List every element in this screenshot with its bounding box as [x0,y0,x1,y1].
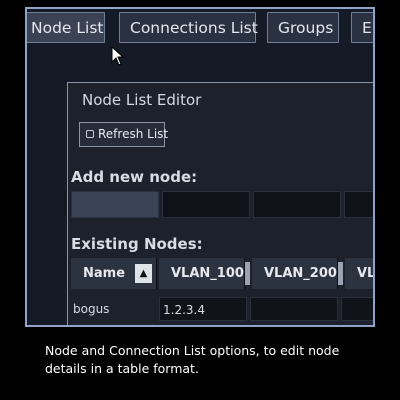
cell-vl[interactable] [341,297,373,321]
column-resize-handle[interactable] [245,262,250,285]
column-header-vlan200[interactable]: VLAN_200 [252,258,338,289]
refresh-icon [86,130,94,138]
cell-vlan100[interactable]: 1.2.3.4 [159,297,247,321]
table-header: Name ▲ VLAN_100 VLAN_200 VL [71,258,375,289]
new-node-vlan100-input[interactable] [162,191,250,218]
new-node-row [71,191,373,218]
cell-vlan200[interactable] [250,297,338,321]
refresh-list-label: Refresh List [98,127,169,141]
node-list-editor: Node List Editor Refresh List Add new no… [67,82,375,325]
cell-name[interactable]: bogus [71,297,157,321]
column-label-name: Name [83,266,126,281]
column-header-name[interactable]: Name ▲ [71,258,157,289]
mouse-pointer-icon [111,46,125,66]
tab-connections-list[interactable]: Connections List [119,12,258,43]
app-window: Node List Connections List Groups E Node… [25,7,375,327]
editor-title: Node List Editor [82,91,202,109]
column-label-vlan100: VLAN_100 [171,266,244,281]
existing-nodes-label: Existing Nodes: [71,235,203,253]
column-header-vl[interactable]: VL [345,258,375,289]
caption-text: Node and Connection List options, to edi… [45,343,340,376]
tab-groups[interactable]: Groups [267,12,339,43]
add-new-node-label: Add new node: [71,168,198,186]
new-node-vlan200-input[interactable] [253,191,341,218]
new-node-vl-input[interactable] [344,191,373,218]
sort-ascending-icon[interactable]: ▲ [135,264,152,283]
new-node-name-input[interactable] [71,191,159,218]
table-row: bogus 1.2.3.4 [71,297,373,321]
refresh-list-button[interactable]: Refresh List [79,122,169,147]
column-resize-handle[interactable] [338,262,343,285]
tab-overflow[interactable]: E [351,12,373,43]
tab-bar: Node List Connections List Groups E [27,9,373,55]
column-label-vl: VL [357,266,375,281]
tab-node-list[interactable]: Node List [27,12,105,43]
column-label-vlan200: VLAN_200 [264,266,337,281]
column-header-vlan100[interactable]: VLAN_100 [159,258,245,289]
